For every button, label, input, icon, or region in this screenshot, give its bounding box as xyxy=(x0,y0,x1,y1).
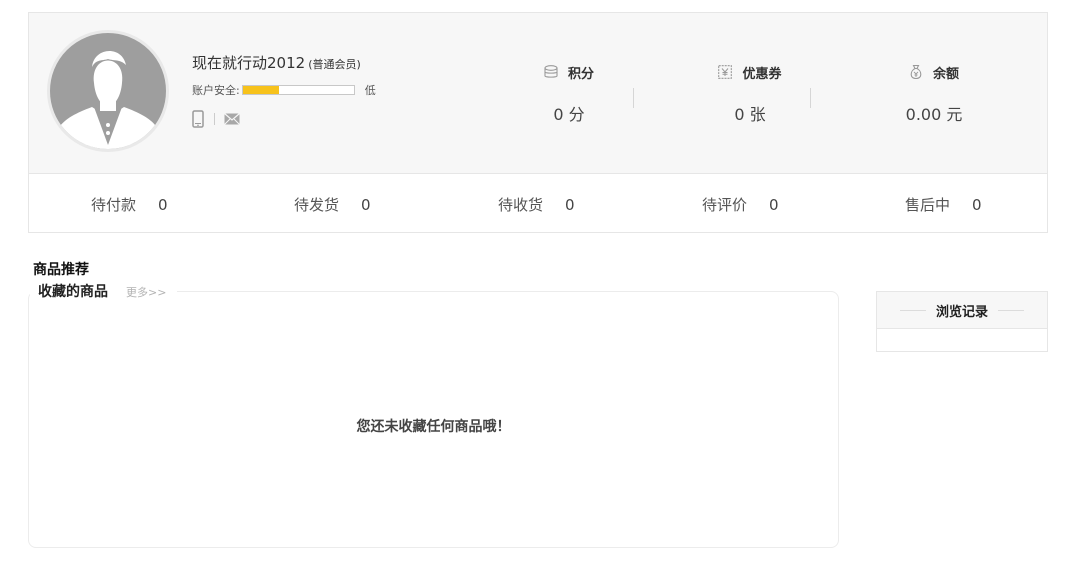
points-label: 积分 xyxy=(567,66,594,82)
avatar[interactable] xyxy=(47,30,169,152)
order-after-sales[interactable]: 售后中 0 xyxy=(905,194,982,215)
favorites-more-link[interactable]: 更多>> xyxy=(126,284,166,300)
order-label: 待评价 xyxy=(702,196,748,214)
order-pending-receipt[interactable]: 待收货 0 xyxy=(498,194,575,215)
security-progress-fill xyxy=(242,86,280,94)
order-label: 待收货 xyxy=(498,196,544,214)
browse-history-panel: 浏览记录 xyxy=(876,291,1048,352)
order-pending-payment[interactable]: 待付款 0 xyxy=(91,194,168,215)
balance-label: 余额 xyxy=(932,66,959,82)
coins-icon xyxy=(544,65,558,78)
order-status-row: 待付款 0 待发货 0 待收货 0 待评价 0 售后中 0 xyxy=(29,174,1047,232)
balance-value: 0.00 元 xyxy=(905,105,963,124)
divider xyxy=(899,309,926,311)
balance-stat[interactable]: 余额 0.00 元 xyxy=(859,63,1009,125)
stat-divider xyxy=(810,88,811,108)
stat-divider xyxy=(633,88,634,108)
favorites-header: 收藏的商品 更多>> xyxy=(30,281,178,301)
order-count: 0 xyxy=(158,196,168,214)
security-label: 账户安全: xyxy=(192,84,240,97)
order-label: 售后中 xyxy=(905,196,951,214)
points-stat[interactable]: 积分 0 分 xyxy=(494,63,644,125)
browse-history-header: 浏览记录 xyxy=(877,292,1047,329)
browse-history-title: 浏览记录 xyxy=(935,304,988,320)
order-count: 0 xyxy=(565,196,575,214)
money-bag-icon xyxy=(910,64,922,80)
favorites-empty-message: 您还未收藏任何商品哦！ xyxy=(356,419,511,435)
user-name-line: 现在就行动2012 (普通会员) xyxy=(192,52,361,73)
avatar-silhouette-icon xyxy=(58,50,158,149)
recommend-title: 商品推荐 xyxy=(33,262,89,278)
user-summary: 现在就行动2012 (普通会员) 账户安全: 低 积分 0 分 优惠券 0 张 … xyxy=(29,13,1047,174)
coupon-stat[interactable]: 优惠券 0 张 xyxy=(675,63,825,125)
user-card: 现在就行动2012 (普通会员) 账户安全: 低 积分 0 分 优惠券 0 张 … xyxy=(28,12,1048,233)
divider xyxy=(998,309,1024,311)
favorites-title: 收藏的商品 xyxy=(38,284,108,300)
security-level: 低 xyxy=(364,84,376,97)
binding-icons xyxy=(192,110,240,128)
member-level: (普通会员) xyxy=(308,58,361,71)
order-pending-review[interactable]: 待评价 0 xyxy=(702,194,779,215)
points-value: 0 分 xyxy=(553,105,585,124)
order-label: 待发货 xyxy=(294,196,340,214)
email-icon[interactable] xyxy=(224,113,240,125)
order-label: 待付款 xyxy=(91,196,137,214)
user-name[interactable]: 现在就行动2012 xyxy=(192,54,305,72)
account-security: 账户安全: 低 xyxy=(192,82,376,98)
order-pending-shipment[interactable]: 待发货 0 xyxy=(294,194,371,215)
icon-separator xyxy=(214,113,215,125)
coupon-value: 0 张 xyxy=(734,105,766,124)
yen-coupon-icon xyxy=(718,65,733,79)
order-count: 0 xyxy=(972,196,982,214)
order-count: 0 xyxy=(361,196,371,214)
security-progress-bar xyxy=(241,85,355,95)
coupon-label: 优惠券 xyxy=(742,66,782,82)
favorites-panel: 您还未收藏任何商品哦！ xyxy=(28,291,839,548)
order-count: 0 xyxy=(769,196,779,214)
phone-icon[interactable] xyxy=(192,110,204,128)
